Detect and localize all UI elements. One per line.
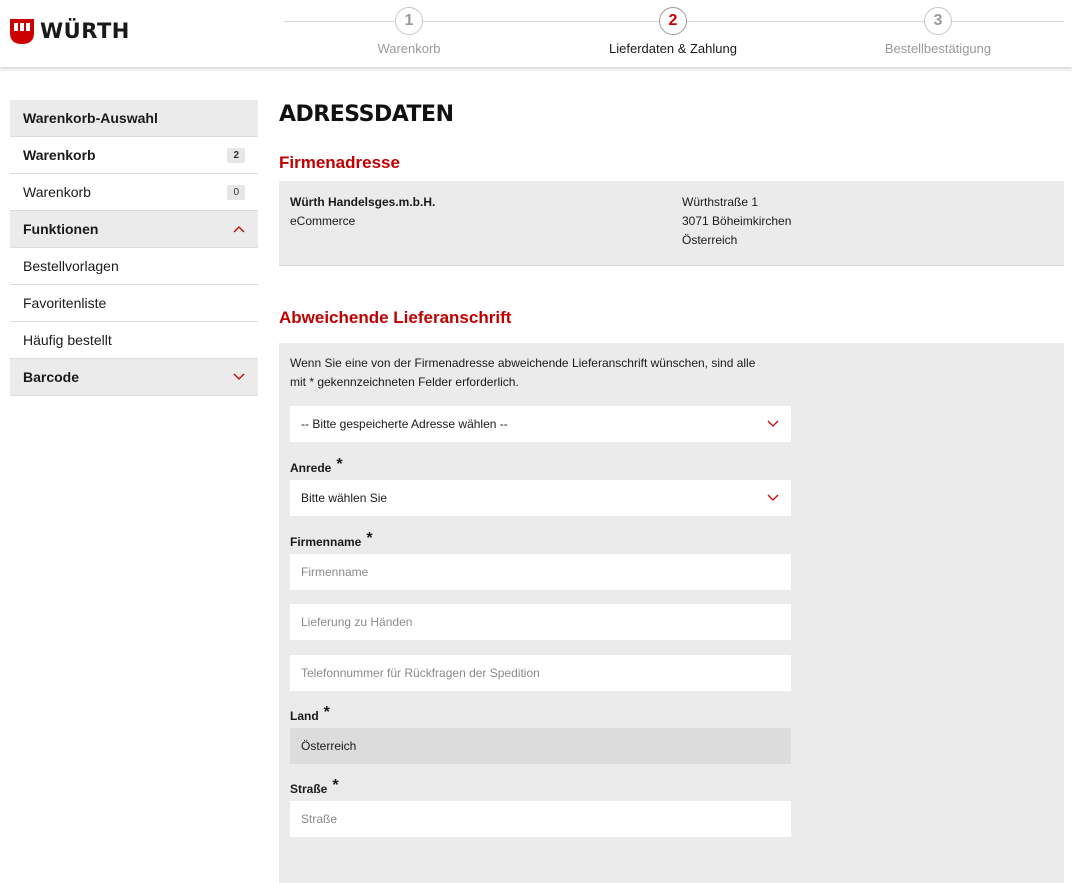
sidebar-item-label: Warenkorb: [23, 147, 96, 163]
company-subtitle: eCommerce: [290, 214, 356, 228]
step-label: Bestellbestätigung: [884, 41, 992, 56]
sidebar-item-label: Warenkorb: [23, 184, 91, 200]
sidebar: Warenkorb-Auswahl Warenkorb 2 Warenkorb …: [10, 100, 258, 396]
step-delivery-payment: 2 Lieferdaten & Zahlung: [573, 7, 773, 56]
phone-input[interactable]: Telefonnummer für Rückfragen der Spediti…: [290, 655, 791, 691]
company-address-right: Würthstraße 1 3071 Böheimkirchen Österre…: [682, 193, 791, 250]
company-address-box: Würth Handelsges.m.b.H. eCommerce Würths…: [279, 181, 1064, 266]
sidebar-item-cart[interactable]: Warenkorb 0: [10, 174, 258, 211]
sidebar-item-label: Häufig bestellt: [23, 332, 112, 348]
chevron-down-icon: [767, 420, 779, 427]
step-number: 1: [395, 7, 423, 35]
sidebar-item-label: Favoritenliste: [23, 295, 107, 311]
intro-line: Wenn Sie eine von der Firmenadresse abwe…: [290, 356, 756, 370]
company-address-title: Firmenadresse: [279, 153, 400, 172]
step-label: Lieferdaten & Zahlung: [609, 41, 737, 56]
select-value: -- Bitte gespeicherte Adresse wählen --: [301, 417, 508, 431]
page-title: ADRESSDATEN: [279, 102, 454, 127]
delivery-address-title: Abweichende Lieferanschrift: [279, 308, 512, 327]
step-number: 2: [659, 7, 687, 35]
sidebar-header-label: Funktionen: [23, 221, 99, 237]
input-placeholder: Firmenname: [301, 565, 369, 579]
step-cart[interactable]: 1 Warenkorb: [309, 7, 509, 56]
company-city: 3071 Böheimkirchen: [682, 214, 792, 228]
sidebar-item-cart-active[interactable]: Warenkorb 2: [10, 137, 258, 174]
sidebar-cart-selection-header: Warenkorb-Auswahl: [10, 100, 258, 137]
field-value: Österreich: [301, 739, 357, 753]
chevron-down-icon: [233, 373, 245, 380]
required-marker: *: [336, 456, 343, 473]
select-value: Bitte wählen Sie: [301, 491, 388, 505]
wurth-logo-icon: [10, 18, 34, 44]
wurth-logo[interactable]: WÜRTH: [10, 17, 130, 45]
sidebar-header-label: Warenkorb-Auswahl: [23, 110, 158, 126]
strasse-input[interactable]: Straße: [290, 801, 791, 837]
company-street: Würthstraße 1: [682, 195, 759, 209]
step-label: Warenkorb: [377, 41, 441, 56]
land-label: Land *: [290, 704, 330, 725]
sidebar-functions-header[interactable]: Funktionen: [10, 211, 258, 248]
input-placeholder: Lieferung zu Händen: [301, 615, 413, 629]
step-number: 3: [924, 7, 952, 35]
header: WÜRTH 1 Warenkorb 2 Lieferdaten & Zahlun…: [0, 0, 1072, 67]
sidebar-header-label: Barcode: [23, 369, 80, 385]
main-content: ADRESSDATEN Firmenadresse Würth Handelsg…: [279, 100, 1064, 883]
required-marker: *: [366, 530, 373, 547]
step-confirmation: 3 Bestellbestätigung: [838, 7, 1038, 56]
sidebar-barcode-header[interactable]: Barcode: [10, 359, 258, 396]
label-text: Anrede: [290, 461, 332, 475]
sidebar-item-frequently-ordered[interactable]: Häufig bestellt: [10, 322, 258, 359]
cart-count-badge: 0: [227, 184, 245, 200]
company-address-left: Würth Handelsges.m.b.H. eCommerce: [290, 193, 435, 231]
chevron-up-icon: [233, 226, 245, 233]
required-marker: *: [323, 704, 330, 721]
required-marker: *: [332, 777, 339, 794]
company-country: Österreich: [682, 233, 738, 247]
firmenname-input[interactable]: Firmenname: [290, 554, 791, 590]
sidebar-item-label: Bestellvorlagen: [23, 258, 119, 274]
firmenname-label: Firmenname *: [290, 530, 373, 551]
logo-text: WÜRTH: [40, 19, 130, 43]
label-text: Straße: [290, 782, 328, 796]
company-name: Würth Handelsges.m.b.H.: [290, 195, 436, 209]
strasse-label: Straße *: [290, 777, 339, 798]
anrede-label: Anrede *: [290, 456, 343, 477]
anrede-select[interactable]: Bitte wählen Sie: [290, 480, 791, 516]
intro-line: mit * gekennzeichneten Felder erforderli…: [290, 375, 519, 389]
form-intro-text: Wenn Sie eine von der Firmenadresse abwe…: [290, 354, 790, 392]
label-text: Firmenname: [290, 535, 362, 549]
label-text: Land: [290, 709, 319, 723]
input-placeholder: Telefonnummer für Rückfragen der Spediti…: [301, 666, 540, 680]
cart-count-badge: 2: [227, 147, 245, 163]
land-field: Österreich: [290, 728, 791, 764]
saved-address-select[interactable]: -- Bitte gespeicherte Adresse wählen --: [290, 406, 791, 442]
sidebar-item-favorites[interactable]: Favoritenliste: [10, 285, 258, 322]
attention-input[interactable]: Lieferung zu Händen: [290, 604, 791, 640]
input-placeholder: Straße: [301, 812, 338, 826]
chevron-down-icon: [767, 494, 779, 501]
delivery-address-form: Wenn Sie eine von der Firmenadresse abwe…: [279, 343, 1064, 883]
sidebar-item-order-templates[interactable]: Bestellvorlagen: [10, 248, 258, 285]
